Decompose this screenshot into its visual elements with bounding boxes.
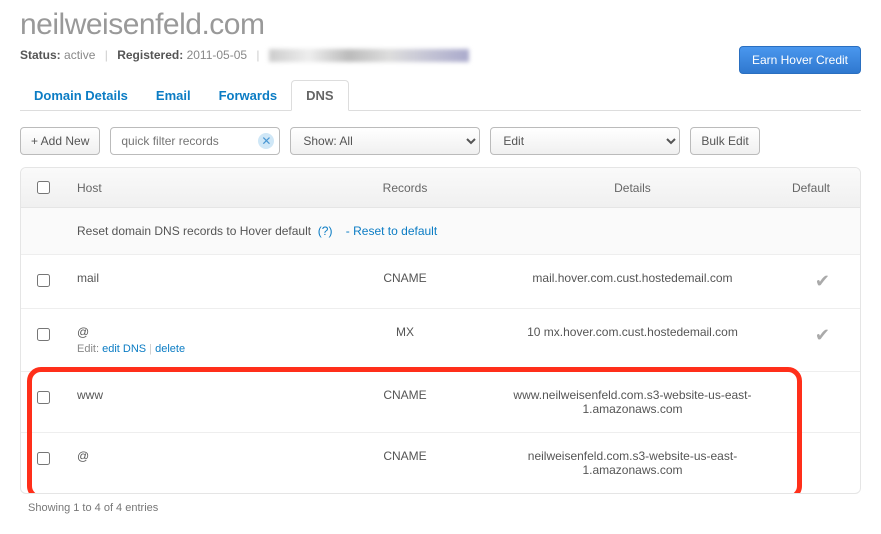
redacted-text <box>269 49 469 62</box>
reset-text: Reset domain DNS records to Hover defaul… <box>77 224 311 238</box>
edit-prefix: Edit: <box>77 343 99 355</box>
meta-row: Status: active | Registered: 2011-05-05 … <box>20 48 861 62</box>
registered-label: Registered: <box>117 48 183 62</box>
edit-dns-link[interactable]: edit DNS <box>102 343 146 355</box>
row-checkbox[interactable] <box>37 328 50 341</box>
row-checkbox[interactable] <box>37 391 50 404</box>
record-type-cell: CNAME <box>325 433 485 494</box>
delete-link[interactable]: delete <box>155 343 185 355</box>
toolbar: + Add New ✕ Show: All Edit Bulk Edit <box>20 127 861 155</box>
host-cell: www <box>65 372 325 433</box>
record-type-cell: CNAME <box>325 255 485 309</box>
col-header-default[interactable]: Default <box>780 168 860 208</box>
check-icon: ✔ <box>815 325 830 345</box>
status-label: Status: <box>20 48 61 62</box>
dns-table: Host Records Details Default Reset domai… <box>21 168 860 493</box>
showing-entries: Showing 1 to 4 of 4 entries <box>28 502 861 514</box>
tab-dns[interactable]: DNS <box>291 80 348 111</box>
default-cell <box>780 433 860 494</box>
details-cell: www.neilweisenfeld.com.s3-website-us-eas… <box>485 372 780 433</box>
col-header-records[interactable]: Records <box>325 168 485 208</box>
record-type-cell: MX <box>325 309 485 372</box>
tab-forwards[interactable]: Forwards <box>205 81 292 110</box>
default-cell <box>780 372 860 433</box>
details-cell: neilweisenfeld.com.s3-website-us-east-1.… <box>485 433 780 494</box>
default-cell: ✔ <box>780 309 860 372</box>
reset-to-default-link[interactable]: - Reset to default <box>346 224 437 238</box>
clear-filter-icon[interactable]: ✕ <box>258 133 274 149</box>
col-header-host[interactable]: Host <box>65 168 325 208</box>
default-cell: ✔ <box>780 255 860 309</box>
select-all-checkbox[interactable] <box>37 181 50 194</box>
table-row[interactable]: @Edit: edit DNS | deleteMX10 mx.hover.co… <box>21 309 860 372</box>
reset-help-link[interactable]: (?) <box>318 224 333 238</box>
record-type-cell: CNAME <box>325 372 485 433</box>
details-cell: 10 mx.hover.com.cust.hostedemail.com <box>485 309 780 372</box>
table-row[interactable]: mailCNAMEmail.hover.com.cust.hostedemail… <box>21 255 860 309</box>
filter-input[interactable] <box>110 127 280 155</box>
edit-select[interactable]: Edit <box>490 127 680 155</box>
dns-table-container: Host Records Details Default Reset domai… <box>20 167 861 494</box>
col-header-details[interactable]: Details <box>485 168 780 208</box>
page-title: neilweisenfeld.com <box>20 8 861 42</box>
host-cell: @Edit: edit DNS | delete <box>65 309 325 372</box>
show-select[interactable]: Show: All <box>290 127 480 155</box>
earn-hover-credit-button[interactable]: Earn Hover Credit <box>739 46 861 74</box>
status-value: active <box>64 48 95 62</box>
table-row[interactable]: @CNAMEneilweisenfeld.com.s3-website-us-e… <box>21 433 860 494</box>
reset-row: Reset domain DNS records to Hover defaul… <box>21 208 860 255</box>
row-checkbox[interactable] <box>37 274 50 287</box>
bulk-edit-button[interactable]: Bulk Edit <box>690 127 759 155</box>
table-row[interactable]: wwwCNAMEwww.neilweisenfeld.com.s3-websit… <box>21 372 860 433</box>
add-new-button[interactable]: + Add New <box>20 127 100 155</box>
registered-value: 2011-05-05 <box>187 48 248 62</box>
details-cell: mail.hover.com.cust.hostedemail.com <box>485 255 780 309</box>
check-icon: ✔ <box>815 271 830 291</box>
tab-email[interactable]: Email <box>142 81 205 110</box>
tab-domain-details[interactable]: Domain Details <box>20 81 142 110</box>
host-cell: @ <box>65 433 325 494</box>
host-cell: mail <box>65 255 325 309</box>
tabs: Domain Details Email Forwards DNS <box>20 80 861 111</box>
row-checkbox[interactable] <box>37 452 50 465</box>
